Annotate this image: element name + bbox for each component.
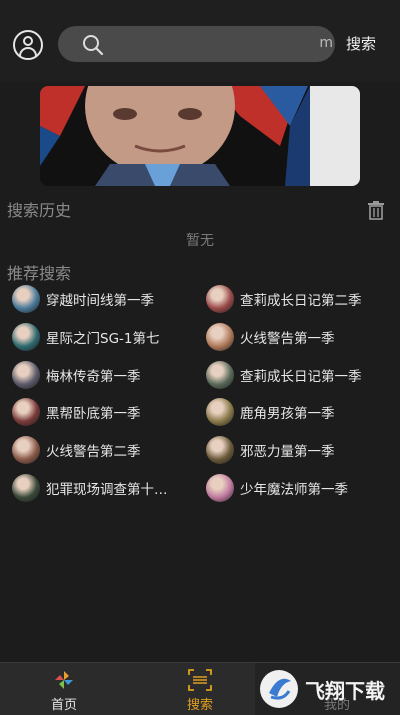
- recommend-title: 推荐搜索: [7, 264, 72, 283]
- search-box[interactable]: m: [58, 26, 335, 62]
- banner-image[interactable]: [40, 86, 360, 186]
- tab-home-label: 首页: [50, 698, 77, 713]
- home-pinwheel-icon: [55, 671, 73, 689]
- recommend-item-label: 鹿角男孩第一季: [240, 406, 335, 422]
- recommend-item[interactable]: 穿越时间线第一季: [12, 284, 154, 314]
- tab-search[interactable]: 搜索: [160, 663, 240, 715]
- search-input[interactable]: [114, 26, 314, 62]
- recommend-item[interactable]: 黑帮卧底第一季: [12, 397, 141, 427]
- recommend-item-label: 梅林传奇第一季: [46, 369, 141, 385]
- recommend-item-label: 少年魔法师第一季: [240, 482, 348, 498]
- poster-thumbnail: [12, 323, 40, 351]
- search-button[interactable]: 搜索: [346, 33, 376, 54]
- recommend-item-label: 星际之门SG-1第七: [46, 331, 160, 347]
- recommend-item[interactable]: 查莉成长日记第一季: [206, 360, 362, 390]
- history-title: 搜索历史: [7, 201, 72, 220]
- recommend-item-label: 查莉成长日记第一季: [240, 369, 362, 385]
- recommend-item-label: 邪恶力量第一季: [240, 444, 335, 460]
- search-overflow-text: m: [319, 35, 333, 51]
- recommend-item-label: 火线警告第二季: [46, 444, 141, 460]
- poster-thumbnail: [206, 285, 234, 313]
- recommend-item[interactable]: 邪恶力量第一季: [206, 435, 335, 465]
- recommend-item[interactable]: 少年魔法师第一季: [206, 473, 348, 503]
- poster-thumbnail: [12, 474, 40, 502]
- poster-thumbnail: [12, 436, 40, 464]
- poster-thumbnail: [206, 474, 234, 502]
- recommend-item-label: 火线警告第一季: [240, 331, 335, 347]
- poster-thumbnail: [12, 285, 40, 313]
- scan-search-icon: [188, 669, 212, 691]
- recommend-item-label: 穿越时间线第一季: [46, 293, 154, 309]
- recommend-item-label: 犯罪现场调查第十…: [46, 482, 168, 498]
- history-empty-text: 暂无: [186, 233, 214, 249]
- poster-thumbnail: [12, 398, 40, 426]
- top-bar: m 搜索: [0, 0, 400, 82]
- watermark-logo: 飞翔下载: [255, 663, 400, 715]
- poster-thumbnail: [206, 323, 234, 351]
- poster-thumbnail: [206, 436, 234, 464]
- user-avatar-icon[interactable]: [13, 30, 43, 60]
- recommend-item[interactable]: 鹿角男孩第一季: [206, 397, 335, 427]
- recommend-item[interactable]: 火线警告第一季: [206, 322, 335, 352]
- search-icon: [83, 35, 104, 56]
- watermark-text: 飞翔下载: [305, 679, 385, 703]
- banner-picture: [40, 86, 360, 186]
- recommend-item-label: 查莉成长日记第二季: [240, 293, 362, 309]
- recommend-item[interactable]: 犯罪现场调查第十…: [12, 473, 168, 503]
- recommend-item-label: 黑帮卧底第一季: [46, 406, 141, 422]
- trash-icon[interactable]: [366, 200, 386, 220]
- recommend-item[interactable]: 火线警告第二季: [12, 435, 141, 465]
- poster-thumbnail: [206, 398, 234, 426]
- poster-thumbnail: [206, 361, 234, 389]
- recommend-item[interactable]: 梅林传奇第一季: [12, 360, 141, 390]
- recommend-item[interactable]: 查莉成长日记第二季: [206, 284, 362, 314]
- tab-search-label: 搜索: [186, 698, 213, 713]
- recommend-item[interactable]: 星际之门SG-1第七: [12, 322, 160, 352]
- tab-home[interactable]: 首页: [24, 663, 104, 715]
- poster-thumbnail: [12, 361, 40, 389]
